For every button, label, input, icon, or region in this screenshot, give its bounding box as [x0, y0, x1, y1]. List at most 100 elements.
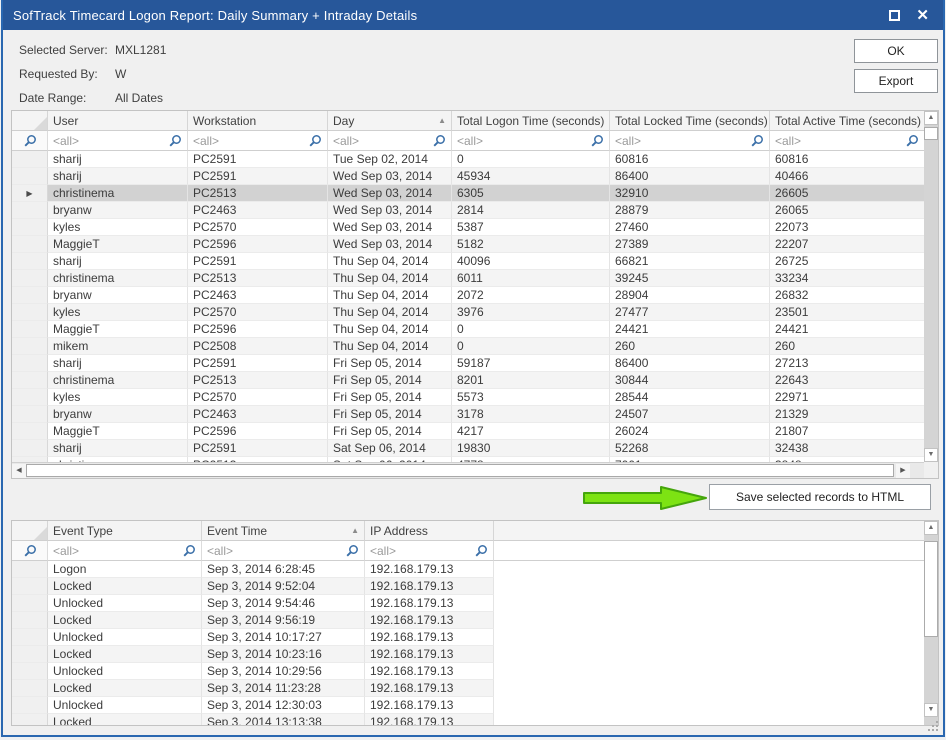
- cell-user[interactable]: kyles: [48, 389, 188, 406]
- cell-day[interactable]: Thu Sep 04, 2014: [328, 321, 452, 338]
- row-indicator[interactable]: [12, 406, 48, 423]
- cell-time[interactable]: Sep 3, 2014 10:29:56: [202, 663, 365, 680]
- cell-time[interactable]: Sep 3, 2014 9:52:04: [202, 578, 365, 595]
- ok-button[interactable]: OK: [854, 39, 938, 63]
- cell-workstation[interactable]: PC2570: [188, 219, 328, 236]
- cell-workstation[interactable]: PC2513: [188, 372, 328, 389]
- table-row[interactable]: LockedSep 3, 2014 13:13:38192.168.179.13: [12, 714, 924, 725]
- search-icon[interactable]: [474, 544, 488, 558]
- cell-day[interactable]: Wed Sep 03, 2014: [328, 236, 452, 253]
- cell-locked[interactable]: 24507: [610, 406, 770, 423]
- cell-type[interactable]: Locked: [48, 714, 202, 725]
- cell-locked[interactable]: 30844: [610, 372, 770, 389]
- cell-user[interactable]: christinema: [48, 372, 188, 389]
- cell-active[interactable]: 60816: [770, 151, 924, 168]
- search-icon[interactable]: [182, 544, 196, 558]
- cell-locked[interactable]: 27389: [610, 236, 770, 253]
- cell-active[interactable]: 260: [770, 338, 924, 355]
- maximize-button[interactable]: [889, 10, 900, 21]
- cell-day[interactable]: Thu Sep 04, 2014: [328, 287, 452, 304]
- table-row[interactable]: christinemaPC2513Thu Sep 04, 20146011392…: [12, 270, 924, 287]
- cell-locked[interactable]: 66821: [610, 253, 770, 270]
- scroll-thumb[interactable]: [924, 127, 938, 140]
- filter-input-user[interactable]: <all>: [48, 131, 188, 151]
- cell-workstation[interactable]: PC2570: [188, 389, 328, 406]
- row-indicator[interactable]: [12, 372, 48, 389]
- cell-day[interactable]: Fri Sep 05, 2014: [328, 389, 452, 406]
- cell-active[interactable]: 26065: [770, 202, 924, 219]
- table-row[interactable]: LockedSep 3, 2014 9:52:04192.168.179.13: [12, 578, 924, 595]
- row-indicator[interactable]: [12, 304, 48, 321]
- table-row[interactable]: LockedSep 3, 2014 11:23:28192.168.179.13: [12, 680, 924, 697]
- cell-day[interactable]: Wed Sep 03, 2014: [328, 185, 452, 202]
- row-indicator[interactable]: [12, 714, 48, 725]
- cell-active[interactable]: 32438: [770, 440, 924, 457]
- scroll-thumb[interactable]: [26, 464, 894, 477]
- row-indicator[interactable]: [12, 236, 48, 253]
- cell-time[interactable]: Sep 3, 2014 10:17:27: [202, 629, 365, 646]
- cell-logon[interactable]: 0: [452, 321, 610, 338]
- row-indicator[interactable]: [12, 168, 48, 185]
- cell-day[interactable]: Wed Sep 03, 2014: [328, 219, 452, 236]
- cell-locked[interactable]: 39245: [610, 270, 770, 287]
- cell-workstation[interactable]: PC2596: [188, 236, 328, 253]
- cell-time[interactable]: Sep 3, 2014 9:56:19: [202, 612, 365, 629]
- cell-time[interactable]: Sep 3, 2014 13:13:38: [202, 714, 365, 725]
- cell-day[interactable]: Fri Sep 05, 2014: [328, 355, 452, 372]
- cell-logon[interactable]: 0: [452, 338, 610, 355]
- search-icon[interactable]: [168, 134, 182, 148]
- close-button[interactable]: ✕: [916, 8, 929, 23]
- cell-locked[interactable]: 24421: [610, 321, 770, 338]
- cell-day[interactable]: Thu Sep 04, 2014: [328, 338, 452, 355]
- filter-input-total-locked[interactable]: <all>: [610, 131, 770, 151]
- cell-day[interactable]: Fri Sep 05, 2014: [328, 423, 452, 440]
- table-row[interactable]: sharijPC2591Tue Sep 02, 201406081660816: [12, 151, 924, 168]
- row-indicator[interactable]: [12, 680, 48, 697]
- cell-locked[interactable]: 26024: [610, 423, 770, 440]
- filter-button[interactable]: [12, 541, 48, 561]
- cell-logon[interactable]: 4217: [452, 423, 610, 440]
- cell-workstation[interactable]: PC2463: [188, 287, 328, 304]
- table-row[interactable]: mikemPC2508Thu Sep 04, 20140260260: [12, 338, 924, 355]
- row-indicator[interactable]: [12, 389, 48, 406]
- cell-day[interactable]: Fri Sep 05, 2014: [328, 406, 452, 423]
- cell-active[interactable]: 22971: [770, 389, 924, 406]
- cell-active[interactable]: 22073: [770, 219, 924, 236]
- filter-input-total-active[interactable]: <all>: [770, 131, 924, 151]
- scroll-right-button[interactable]: ▶: [896, 464, 910, 478]
- table-row[interactable]: LogonSep 3, 2014 6:28:45192.168.179.13: [12, 561, 924, 578]
- cell-active[interactable]: 22207: [770, 236, 924, 253]
- row-indicator[interactable]: [12, 253, 48, 270]
- scroll-down-button[interactable]: ▼: [924, 448, 938, 462]
- cell-ip[interactable]: 192.168.179.13: [365, 612, 494, 629]
- search-icon[interactable]: [750, 134, 764, 148]
- cell-type[interactable]: Locked: [48, 646, 202, 663]
- cell-locked[interactable]: 52268: [610, 440, 770, 457]
- cell-user[interactable]: kyles: [48, 219, 188, 236]
- cell-logon[interactable]: 40096: [452, 253, 610, 270]
- search-icon[interactable]: [905, 134, 919, 148]
- cell-user[interactable]: mikem: [48, 338, 188, 355]
- cell-locked[interactable]: 28544: [610, 389, 770, 406]
- table-row[interactable]: sharijPC2591Thu Sep 04, 2014400966682126…: [12, 253, 924, 270]
- export-button[interactable]: Export: [854, 69, 938, 93]
- row-indicator[interactable]: [12, 321, 48, 338]
- row-indicator[interactable]: [12, 440, 48, 457]
- column-header-event-type[interactable]: Event Type: [48, 521, 202, 541]
- cell-workstation[interactable]: PC2513: [188, 185, 328, 202]
- row-indicator[interactable]: [12, 423, 48, 440]
- resize-grip-icon[interactable]: [927, 720, 939, 732]
- cell-active[interactable]: 21329: [770, 406, 924, 423]
- cell-active[interactable]: 23501: [770, 304, 924, 321]
- cell-user[interactable]: MaggieT: [48, 321, 188, 338]
- cell-logon[interactable]: 8201: [452, 372, 610, 389]
- row-indicator[interactable]: [12, 578, 48, 595]
- cell-user[interactable]: sharij: [48, 355, 188, 372]
- cell-time[interactable]: Sep 3, 2014 11:23:28: [202, 680, 365, 697]
- row-indicator[interactable]: [12, 202, 48, 219]
- table-row[interactable]: UnlockedSep 3, 2014 10:29:56192.168.179.…: [12, 663, 924, 680]
- table-row[interactable]: ▶christinemaPC2513Wed Sep 03, 2014630532…: [12, 185, 924, 202]
- cell-active[interactable]: 26725: [770, 253, 924, 270]
- cell-type[interactable]: Locked: [48, 680, 202, 697]
- row-indicator[interactable]: [12, 355, 48, 372]
